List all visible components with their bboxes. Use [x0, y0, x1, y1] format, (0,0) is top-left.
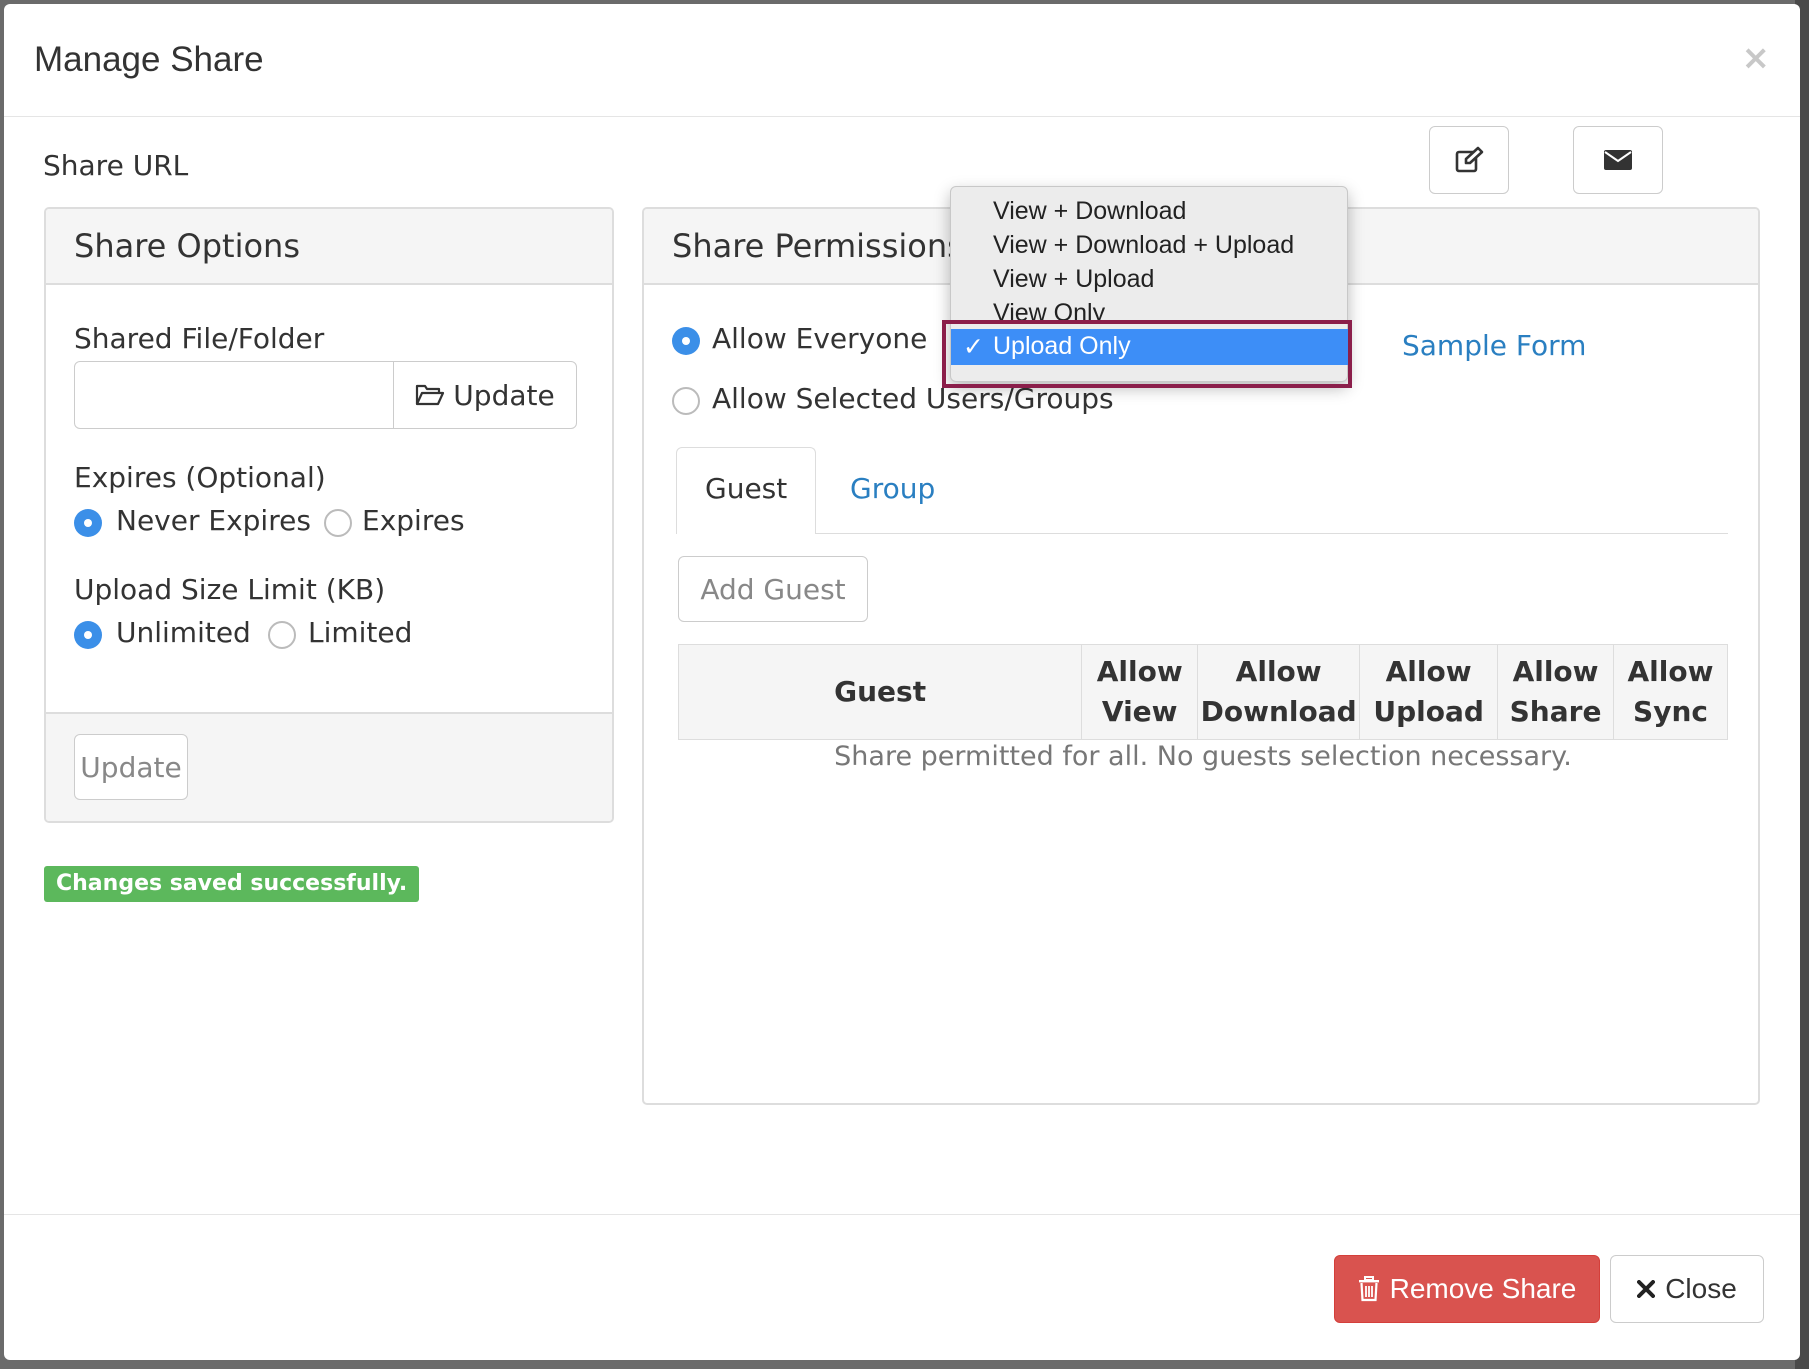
- never-expires-label: Never Expires: [116, 504, 311, 537]
- header-allow-upload: Allow Upload: [1359, 644, 1499, 740]
- header-allow-share-line2: Share: [1509, 695, 1602, 728]
- unlimited-radio[interactable]: [74, 621, 102, 649]
- share-options-heading: Share Options: [46, 209, 612, 285]
- header-allow-download-line1: Allow: [1235, 655, 1322, 688]
- upload-limit-label: Upload Size Limit (KB): [74, 573, 386, 606]
- annotation-highlight-box: [942, 320, 1352, 388]
- shared-file-label: Shared File/Folder: [74, 322, 325, 355]
- header-guest-text: Guest: [834, 675, 927, 708]
- limited-label: Limited: [308, 616, 413, 649]
- remove-share-button[interactable]: Remove Share: [1334, 1255, 1600, 1323]
- share-permissions-title: Share Permissions: [672, 227, 964, 265]
- close-button[interactable]: Close: [1610, 1255, 1764, 1323]
- modal-title: Manage Share: [34, 40, 264, 79]
- allow-everyone-radio[interactable]: [672, 327, 700, 355]
- dropdown-option[interactable]: View + Upload: [993, 265, 1154, 294]
- guest-permissions-table: Guest Allow View Allow Download Allow Up…: [677, 644, 1728, 740]
- allow-selected-radio[interactable]: [672, 387, 700, 415]
- allow-everyone-label: Allow Everyone: [712, 322, 928, 355]
- never-expires-radio[interactable]: [74, 509, 102, 537]
- envelope-icon: [1604, 150, 1632, 170]
- trash-icon: [1358, 1276, 1379, 1302]
- dropdown-option[interactable]: View + Download + Upload: [993, 231, 1294, 260]
- remove-share-label: Remove Share: [1389, 1273, 1577, 1304]
- tabs-underline: [676, 533, 1728, 534]
- share-options-title: Share Options: [74, 227, 300, 265]
- header-allow-upload-line2: Upload: [1373, 695, 1484, 728]
- header-allow-share-line1: Allow: [1512, 655, 1599, 688]
- header-allow-download-line2: Download: [1200, 695, 1357, 728]
- edit-icon: [1455, 146, 1484, 173]
- update-file-button[interactable]: Update: [393, 361, 577, 429]
- share-url-label: Share URL: [43, 149, 189, 182]
- header-allow-sync: Allow Sync: [1613, 644, 1728, 740]
- header-allow-sync-line2: Sync: [1633, 695, 1708, 728]
- header-allow-view-line1: Allow: [1096, 655, 1183, 688]
- limited-radio[interactable]: [268, 621, 296, 649]
- edit-url-button[interactable]: [1429, 126, 1509, 194]
- header-guest: Guest: [677, 644, 1083, 740]
- close-icon[interactable]: ×: [1742, 38, 1771, 78]
- update-options-button[interactable]: Update: [74, 734, 188, 800]
- header-allow-upload-line1: Allow: [1385, 655, 1472, 688]
- update-file-label: Update: [453, 378, 555, 412]
- status-badge: Changes saved successfully.: [44, 866, 420, 902]
- modal-header: Manage Share ×: [4, 4, 1800, 117]
- dropdown-option[interactable]: View + Download: [993, 197, 1186, 226]
- manage-share-modal: Manage Share × Share URL Share Options S…: [4, 4, 1800, 1360]
- expires-option-label: Expires: [362, 504, 465, 537]
- unlimited-label: Unlimited: [116, 616, 251, 649]
- email-url-button[interactable]: [1573, 126, 1663, 194]
- folder-open-icon: [416, 384, 445, 406]
- add-guest-button[interactable]: Add Guest: [678, 556, 868, 622]
- header-allow-view-line2: View: [1101, 695, 1178, 728]
- expires-radio[interactable]: [324, 509, 352, 537]
- tab-guest-label: Guest: [705, 472, 788, 505]
- header-allow-sync-line1: Allow: [1627, 655, 1714, 688]
- times-icon: [1637, 1280, 1656, 1298]
- header-allow-share: Allow Share: [1497, 644, 1615, 740]
- shared-file-input[interactable]: [74, 361, 394, 429]
- modal-footer-divider: [4, 1214, 1800, 1215]
- share-options-panel: Share Options Shared File/Folder Update …: [44, 207, 614, 823]
- tab-group[interactable]: Group: [850, 472, 935, 505]
- expires-label: Expires (Optional): [74, 461, 326, 494]
- table-header-row: Guest Allow View Allow Download Allow Up…: [677, 644, 1728, 740]
- sample-form-link[interactable]: Sample Form: [1402, 329, 1586, 362]
- close-button-label: Close: [1665, 1273, 1737, 1304]
- table-empty-message: Share permitted for all. No guests selec…: [834, 741, 1572, 772]
- header-allow-download: Allow Download: [1197, 644, 1361, 740]
- header-allow-view: Allow View: [1081, 644, 1199, 740]
